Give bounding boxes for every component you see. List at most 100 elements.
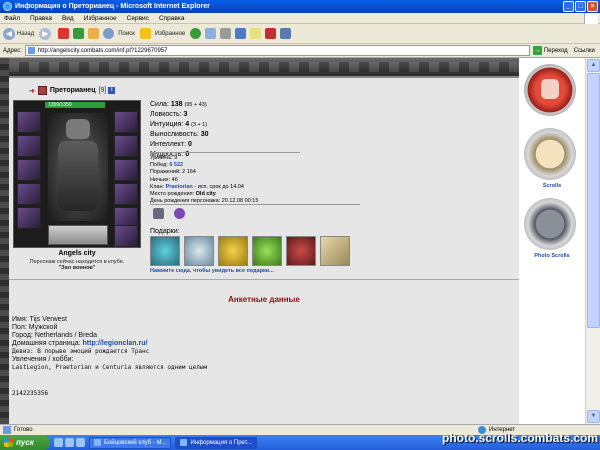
ie-small-icon: [180, 439, 188, 446]
minimize-button[interactable]: _: [563, 1, 574, 12]
photo-scrolls-helmet-icon[interactable]: [524, 198, 576, 250]
start-button[interactable]: пуск: [0, 435, 50, 450]
profile-hobbies: LastLegion, Praetorian и Centuria являют…: [12, 364, 208, 371]
gift-gem[interactable]: [252, 236, 282, 266]
gift-snowflake[interactable]: [184, 236, 214, 266]
history-icon[interactable]: [190, 28, 202, 39]
all-gifts-link[interactable]: Нажмите сюда, чтобы увидеть все подарки.…: [150, 268, 274, 274]
profile-motto: Девиз: В порыве эмоций рождается Транс: [12, 348, 150, 355]
draws-line: Ничьих: 46: [150, 176, 178, 183]
quicklaunch-desktop-icon[interactable]: [65, 438, 74, 447]
search-icon: [103, 28, 115, 39]
taskbar-item-label: Бойцовский клуб - М...: [104, 439, 167, 446]
forward-button[interactable]: ▶: [39, 27, 53, 40]
clan-link[interactable]: Praetorian: [166, 184, 193, 190]
menu-edit[interactable]: Правка: [30, 15, 52, 22]
scroll-up-button[interactable]: ▲: [587, 59, 600, 72]
gifts-row: [150, 236, 350, 266]
links-button[interactable]: Ссылки: [574, 48, 595, 54]
profile-number: 2142235356: [12, 390, 49, 397]
ring-slot[interactable]: [114, 159, 138, 181]
losses-line: Поражений: 2 164: [150, 169, 196, 176]
search-button[interactable]: Поиск: [103, 28, 135, 39]
edit-icon[interactable]: [235, 28, 247, 39]
vertical-scrollbar[interactable]: ▲ ▼: [585, 58, 600, 424]
character-location: Персонаж сейчас находится в клубе. "Зал …: [13, 259, 141, 271]
messenger-icon[interactable]: [280, 28, 292, 39]
window-controls: _ □ ×: [563, 1, 598, 12]
character-name: Преторианец: [49, 87, 96, 94]
weapon-slot[interactable]: [17, 159, 41, 181]
status-text: Готово: [14, 427, 33, 433]
scroll-thumb[interactable]: [587, 73, 600, 328]
addon-icon[interactable]: [265, 28, 277, 39]
scrolls-book-icon[interactable]: [524, 128, 576, 180]
quicklaunch-media-icon[interactable]: [76, 438, 85, 447]
order-badge-icon[interactable]: [174, 208, 185, 219]
refresh-icon[interactable]: [73, 28, 85, 39]
address-url: http://angelscity.combats.com/inf.pl?122…: [37, 47, 168, 54]
decorative-top-border: [9, 58, 519, 78]
photo-scrolls-link[interactable]: Photo Scrolls: [519, 253, 585, 259]
homepage-link[interactable]: http://legionclan.ru/: [83, 340, 148, 347]
print-icon[interactable]: [220, 28, 232, 39]
earring-slot[interactable]: [114, 111, 138, 133]
armor-slot[interactable]: [17, 183, 41, 205]
home-icon[interactable]: [88, 28, 100, 39]
taskbar-item-combats[interactable]: Бойцовский клуб - М...: [89, 436, 172, 449]
menu-bar: Файл Правка Вид Избранное Сервис Справка: [0, 13, 600, 24]
stat-label: Ловкость:: [150, 111, 182, 118]
menu-favorites[interactable]: Избранное: [84, 15, 117, 22]
birthplace-label: Место рождения:: [150, 191, 195, 198]
character-avatar: [48, 113, 108, 221]
mail-icon[interactable]: [205, 28, 217, 39]
clan-icon[interactable]: [37, 86, 47, 95]
toolbar: ◀ Назад ▶ Поиск Избранное: [0, 24, 600, 44]
menu-file[interactable]: Файл: [4, 15, 20, 22]
bracer-slot[interactable]: [17, 135, 41, 157]
folder-icon[interactable]: [250, 28, 262, 39]
character-header: ➜ Преторианец [9] i: [29, 86, 116, 95]
stop-icon[interactable]: [58, 28, 70, 39]
taskbar-item-info[interactable]: Информация о Прет...: [175, 436, 257, 449]
gloves-slot[interactable]: [114, 183, 138, 205]
clan-term: - исп. срок до 14.04: [194, 183, 244, 190]
fist-emblem-icon[interactable]: [524, 64, 576, 116]
clan-line: Клан: Praetorian - исп. срок до 14.04: [150, 184, 258, 191]
scroll-down-button[interactable]: ▼: [587, 410, 600, 423]
stat-row: Ловкость: 3: [150, 110, 209, 120]
rank-badge-icon[interactable]: [153, 208, 164, 219]
menu-view[interactable]: Вид: [62, 15, 74, 22]
amulet-slot[interactable]: [114, 135, 138, 157]
stat-row: Выносливость: 30: [150, 130, 209, 140]
stat-value: 30: [200, 131, 209, 138]
gift-scroll[interactable]: [320, 236, 350, 266]
gift-bell[interactable]: [218, 236, 248, 266]
favorites-button[interactable]: Избранное: [139, 28, 185, 39]
quicklaunch-ie-icon[interactable]: [54, 438, 63, 447]
address-input[interactable]: http://angelscity.combats.com/inf.pl?122…: [24, 45, 530, 56]
info-icon[interactable]: i: [108, 87, 116, 94]
page-status-icon: [3, 426, 11, 434]
belt-slot[interactable]: [17, 207, 41, 229]
boots-slot[interactable]: [114, 225, 138, 247]
character-details: Уровень: 9 Побед: 6 522 Поражений: 2 164…: [150, 155, 258, 205]
scrolls-link[interactable]: Scrolls: [519, 183, 585, 189]
helmet-slot[interactable]: [17, 111, 41, 133]
stat-row: Интуиция: 4 (3 + 1): [150, 120, 209, 130]
go-button[interactable]: → Переход: [532, 46, 568, 55]
maximize-button[interactable]: □: [575, 1, 586, 12]
menu-help[interactable]: Справка: [159, 15, 185, 22]
city-name: Angels city: [58, 250, 96, 257]
equipment-panel: [13, 100, 141, 248]
gift-jester[interactable]: [286, 236, 316, 266]
city-emblem: [48, 225, 108, 245]
private-message-arrow-icon[interactable]: ➜: [29, 87, 35, 95]
page-icon: [27, 47, 35, 54]
back-button[interactable]: ◀ Назад: [3, 27, 34, 40]
menu-tools[interactable]: Сервис: [127, 15, 149, 22]
profile-city: Город: Netherlands / Breda: [12, 332, 98, 339]
gift-jester-hat[interactable]: [150, 236, 180, 266]
wins-label: Побед:: [150, 162, 168, 169]
close-button[interactable]: ×: [587, 1, 598, 12]
